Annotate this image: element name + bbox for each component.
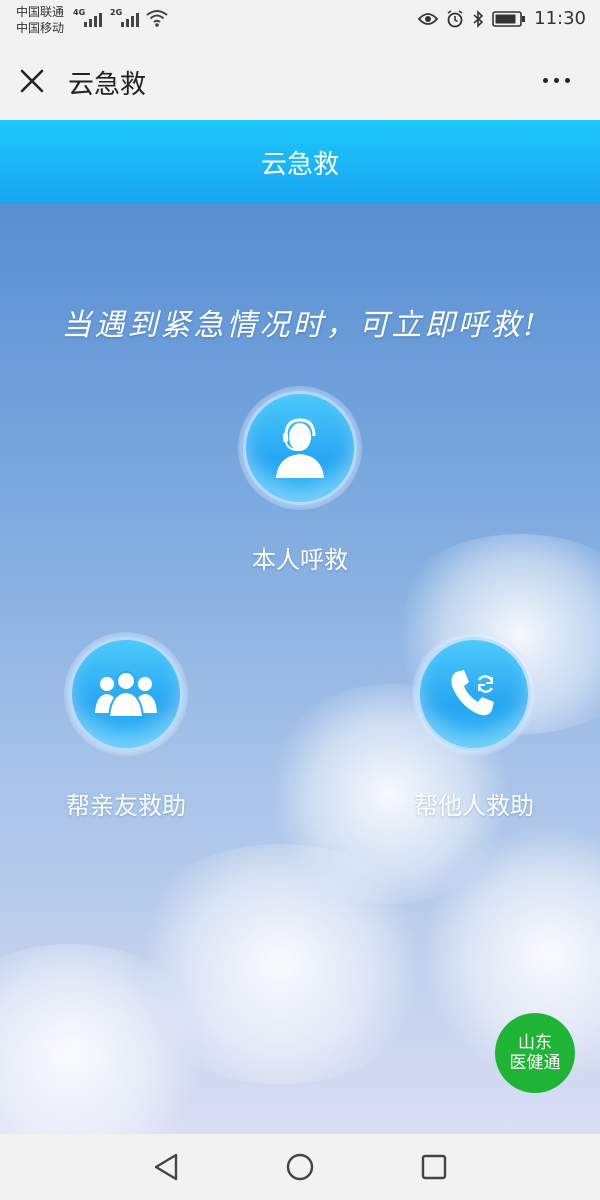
badge-line-1: 山东 xyxy=(518,1033,552,1053)
signal-icon-2 xyxy=(121,11,139,27)
home-icon[interactable] xyxy=(285,1152,315,1182)
alarm-icon xyxy=(447,9,463,27)
status-right: 11:30 xyxy=(418,8,586,29)
badge-line-2: 医健通 xyxy=(509,1053,561,1073)
more-dot-icon xyxy=(565,78,570,83)
slogan-text: 当遇到紧急情况时，可立即呼救! xyxy=(61,308,539,343)
shandong-health-badge[interactable]: 山东 医健通 xyxy=(495,1013,575,1093)
signal-icon-1 xyxy=(84,11,102,27)
status-bar: 中国联通 中国移动 4G 2G 11:30 xyxy=(0,0,600,42)
close-icon[interactable] xyxy=(18,67,46,95)
help-others-ring xyxy=(412,632,536,756)
more-options-button[interactable] xyxy=(543,78,570,83)
help-others-circle xyxy=(420,640,528,748)
self-call-label: 本人呼救 xyxy=(252,546,348,574)
eye-icon xyxy=(418,12,439,25)
help-family-button[interactable]: 帮亲友救助 xyxy=(56,632,196,821)
carrier-1: 中国联通 xyxy=(16,5,65,19)
help-others-button[interactable]: 帮他人救助 xyxy=(404,632,544,821)
clock: 11:30 xyxy=(534,8,586,29)
header-banner: 云急救 xyxy=(0,120,600,204)
more-dot-icon xyxy=(543,78,548,83)
more-dot-icon xyxy=(554,78,559,83)
help-family-circle xyxy=(72,640,180,748)
system-nav-bar xyxy=(0,1134,600,1200)
help-family-ring xyxy=(64,632,188,756)
group-people-icon xyxy=(95,671,157,718)
title-bar: 云急救 xyxy=(0,42,600,120)
help-others-label: 帮他人救助 xyxy=(414,792,534,820)
back-icon[interactable] xyxy=(152,1152,180,1182)
page-title: 云急救 xyxy=(68,70,147,100)
carrier-info: 中国联通 中国移动 xyxy=(16,4,64,36)
wifi-icon xyxy=(146,10,168,27)
self-call-circle xyxy=(246,394,354,502)
battery-icon xyxy=(492,10,526,27)
header-title: 云急救 xyxy=(260,150,339,180)
phone-transfer-icon xyxy=(451,670,494,716)
bluetooth-icon xyxy=(473,9,484,28)
help-family-label: 帮亲友救助 xyxy=(66,792,186,820)
operator-headset-icon xyxy=(276,418,324,478)
self-call-button[interactable]: 本人呼救 xyxy=(238,386,362,575)
sky-background: 当遇到紧急情况时，可立即呼救! 本人呼救 帮亲友救助 帮他人救助 xyxy=(0,204,600,1134)
recent-apps-icon[interactable] xyxy=(420,1152,448,1182)
carrier-2: 中国移动 xyxy=(16,21,65,35)
self-call-ring xyxy=(238,386,362,510)
